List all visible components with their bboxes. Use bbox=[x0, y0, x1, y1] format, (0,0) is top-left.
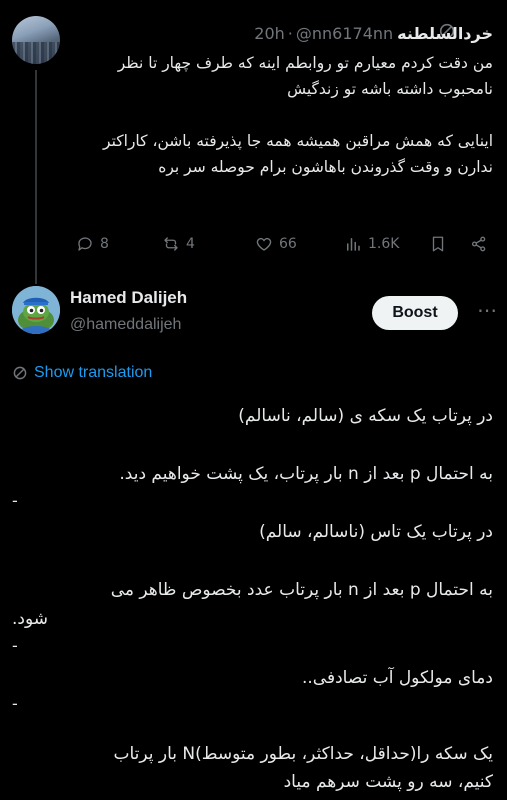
display-name[interactable]: خردالسلطنه bbox=[397, 24, 493, 43]
display-name[interactable]: Hamed Dalijeh bbox=[70, 288, 187, 308]
no-symbol-icon bbox=[13, 366, 27, 380]
tweet-paragraph: اینایی که همش مراقبن همیشه همه جا پذیرفت… bbox=[103, 132, 493, 176]
reply-icon bbox=[78, 237, 92, 251]
tweet-line: شود. bbox=[12, 609, 49, 629]
bookmark-button[interactable] bbox=[429, 235, 447, 253]
thread-connector-line bbox=[35, 70, 37, 284]
show-translation-label: Show translation bbox=[34, 364, 153, 381]
heart-icon bbox=[256, 237, 272, 251]
views-button[interactable]: 1.6K bbox=[344, 235, 399, 253]
repost-button[interactable]: 4 bbox=[162, 235, 195, 253]
analytics-icon bbox=[347, 238, 360, 251]
reply-count: 8 bbox=[100, 236, 109, 252]
tweet-paragraph: من دقت کردم معیارم تو روابطم اینه که طرف… bbox=[117, 54, 493, 98]
avatar[interactable] bbox=[12, 286, 60, 334]
dash-separator: - bbox=[12, 636, 18, 655]
tweet-line: در پرتاب یک تاس (ناسالم، سالم) bbox=[259, 522, 493, 542]
tweet-line: به احتمال p بعد از n بار پرتاب، یک پشت خ… bbox=[119, 464, 493, 484]
share-icon bbox=[471, 236, 486, 252]
like-button[interactable]: 66 bbox=[255, 235, 297, 253]
tweet-header: 20h · @nn6174nn خردالسلطنه bbox=[254, 22, 493, 44]
boost-button[interactable]: Boost bbox=[372, 296, 458, 330]
show-translation-link[interactable]: Show translation bbox=[12, 364, 152, 382]
separator-dot: · bbox=[287, 23, 293, 43]
avatar[interactable] bbox=[12, 16, 60, 64]
more-options-icon[interactable]: ⋯ bbox=[475, 300, 499, 324]
repost-icon bbox=[164, 237, 178, 251]
user-handle[interactable]: @nn6174nn bbox=[296, 24, 393, 43]
tweet-line: کنیم، سه رو پشت سرهم میاد bbox=[283, 772, 493, 792]
dash-separator: - bbox=[12, 694, 18, 713]
tweet-line: به احتمال p بعد از n بار پرتاب عدد بخصوص… bbox=[110, 580, 493, 600]
reply-button[interactable]: 8 bbox=[76, 235, 109, 253]
bookmark-icon bbox=[432, 236, 444, 252]
pepe-avatar-icon bbox=[12, 286, 60, 334]
user-handle[interactable]: @hameddalijeh bbox=[70, 316, 181, 334]
tweet-line: در پرتاب یک سکه ی (سالم، ناسالم) bbox=[238, 406, 493, 426]
repost-count: 4 bbox=[186, 236, 195, 252]
share-button[interactable] bbox=[470, 235, 488, 253]
tweet-time[interactable]: 20h bbox=[254, 24, 285, 43]
view-count: 1.6K bbox=[368, 236, 400, 252]
dash-separator: - bbox=[12, 491, 18, 510]
like-count: 66 bbox=[279, 236, 297, 252]
tweet-body: من دقت کردم معیارم تو روابطم اینه که طرف… bbox=[68, 50, 493, 180]
tweet-line: یک سکه را(حداقل، حداکثر، بطور متوسط)N با… bbox=[113, 744, 493, 764]
tweet-line: دمای مولکول آب تصادفی.. bbox=[301, 668, 493, 688]
